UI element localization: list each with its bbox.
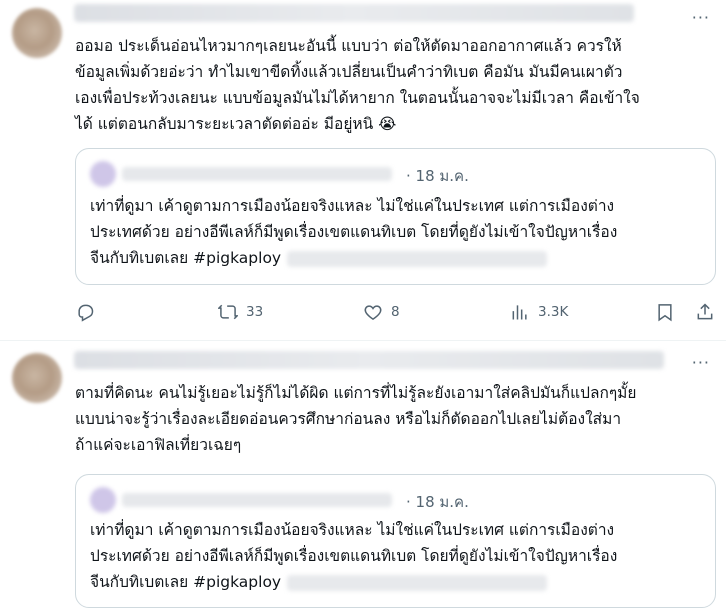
- quoted-text-line: จีนกับทิเบตเลย #pigkaploy: [90, 573, 282, 591]
- more-options-icon[interactable]: ···: [692, 10, 710, 26]
- tweet-text-line: ตามที่คิดนะ คนไม่รู้เยอะไม่รู้ก็ไม่ได้ผิ…: [75, 384, 637, 402]
- retweet-count: 33: [246, 304, 264, 320]
- tweet-text-line: ข้อมูลเพิ่มด้วยอ่ะว่า ทำไมเขาขีดทิ้งแล้ว…: [75, 63, 623, 81]
- quoted-author-blurred: [122, 493, 392, 507]
- quoted-text-line: จีนกับทิเบตเลย #pigkaploy: [90, 249, 282, 267]
- author-name-blurred: [74, 351, 664, 369]
- quoted-text-line: ประเทศด้วย อย่างอีพีเลห์ก็มีพูดเรื่องเขต…: [90, 223, 618, 241]
- quoted-text-blurred: [287, 574, 548, 591]
- quoted-text-blurred: [287, 250, 548, 267]
- quoted-date: · 18 ม.ค.: [406, 167, 469, 185]
- quoted-date: · 18 ม.ค.: [406, 493, 469, 511]
- like-count: 8: [391, 304, 400, 320]
- reply-button[interactable]: [75, 300, 103, 324]
- views-button[interactable]: 3.3K: [510, 300, 568, 324]
- share-icon: [697, 303, 713, 320]
- bookmark-button[interactable]: [655, 300, 675, 324]
- quoted-text-last: จีนกับทิเบตเลย #pigkaploy: [90, 245, 548, 271]
- quoted-tweet[interactable]: · 18 ม.ค. เท่าที่ดูมา เค้าดูตามการเมืองน…: [75, 148, 716, 285]
- share-button[interactable]: [695, 300, 715, 324]
- quoted-avatar: [90, 487, 116, 513]
- views-count: 3.3K: [538, 304, 569, 320]
- tweet-text-line: ได้ แต่ตอนกลับมาระยะเวลาตัดต่ออ่ะ มีอยู่…: [75, 115, 397, 133]
- retweet-icon: [218, 304, 238, 320]
- quoted-avatar: [90, 161, 116, 187]
- quoted-text-line: เท่าที่ดูมา เค้าดูตามการเมืองน้อยจริงแหล…: [90, 197, 615, 215]
- retweet-button[interactable]: 33: [218, 300, 263, 324]
- tweet-text-line: แบบน่าจะรู้ว่าเรื่องละเอียดอ่อนควรศึกษาก…: [75, 410, 622, 428]
- quoted-author-blurred: [122, 167, 392, 181]
- avatar[interactable]: [12, 353, 62, 403]
- heart-icon: [364, 305, 382, 320]
- tweet-actions: 33 8 3.3K: [75, 300, 715, 324]
- like-button[interactable]: 8: [363, 300, 400, 324]
- author-name-blurred: [74, 4, 634, 22]
- quoted-text-line: เท่าที่ดูมา เค้าดูตามการเมืองน้อยจริงแหล…: [90, 521, 615, 539]
- reply-icon: [78, 304, 94, 322]
- quoted-text-last: จีนกับทิเบตเลย #pigkaploy: [90, 569, 548, 595]
- tweet-text-line: ออมอ ประเด็นอ่อนไหวมากๆเลยนะอันนี้ แบบว่…: [75, 37, 622, 55]
- tweet-text-line: เองเพื่อประท้วงเลยนะ แบบข้อมูลมันไม่ได้ห…: [75, 89, 640, 107]
- views-bar-chart-icon: [512, 305, 527, 320]
- quoted-tweet[interactable]: · 18 ม.ค. เท่าที่ดูมา เค้าดูตามการเมืองน…: [75, 474, 716, 608]
- quoted-text-line: ประเทศด้วย อย่างอีพีเลห์ก็มีพูดเรื่องเขต…: [90, 547, 618, 565]
- tweet-text-line: ถ้าแค่จะเอาฟิลเที่ยวเฉยๆ: [75, 436, 242, 454]
- tweet-1[interactable]: ··· ออมอ ประเด็นอ่อนไหวมากๆเลยนะอันนี้ แ…: [0, 0, 726, 340]
- more-options-icon[interactable]: ···: [692, 355, 710, 371]
- avatar[interactable]: [12, 8, 62, 58]
- bookmark-icon: [658, 304, 672, 322]
- tweet-2[interactable]: ··· ตามที่คิดนะ คนไม่รู้เยอะไม่รู้ก็ไม่ไ…: [0, 341, 726, 615]
